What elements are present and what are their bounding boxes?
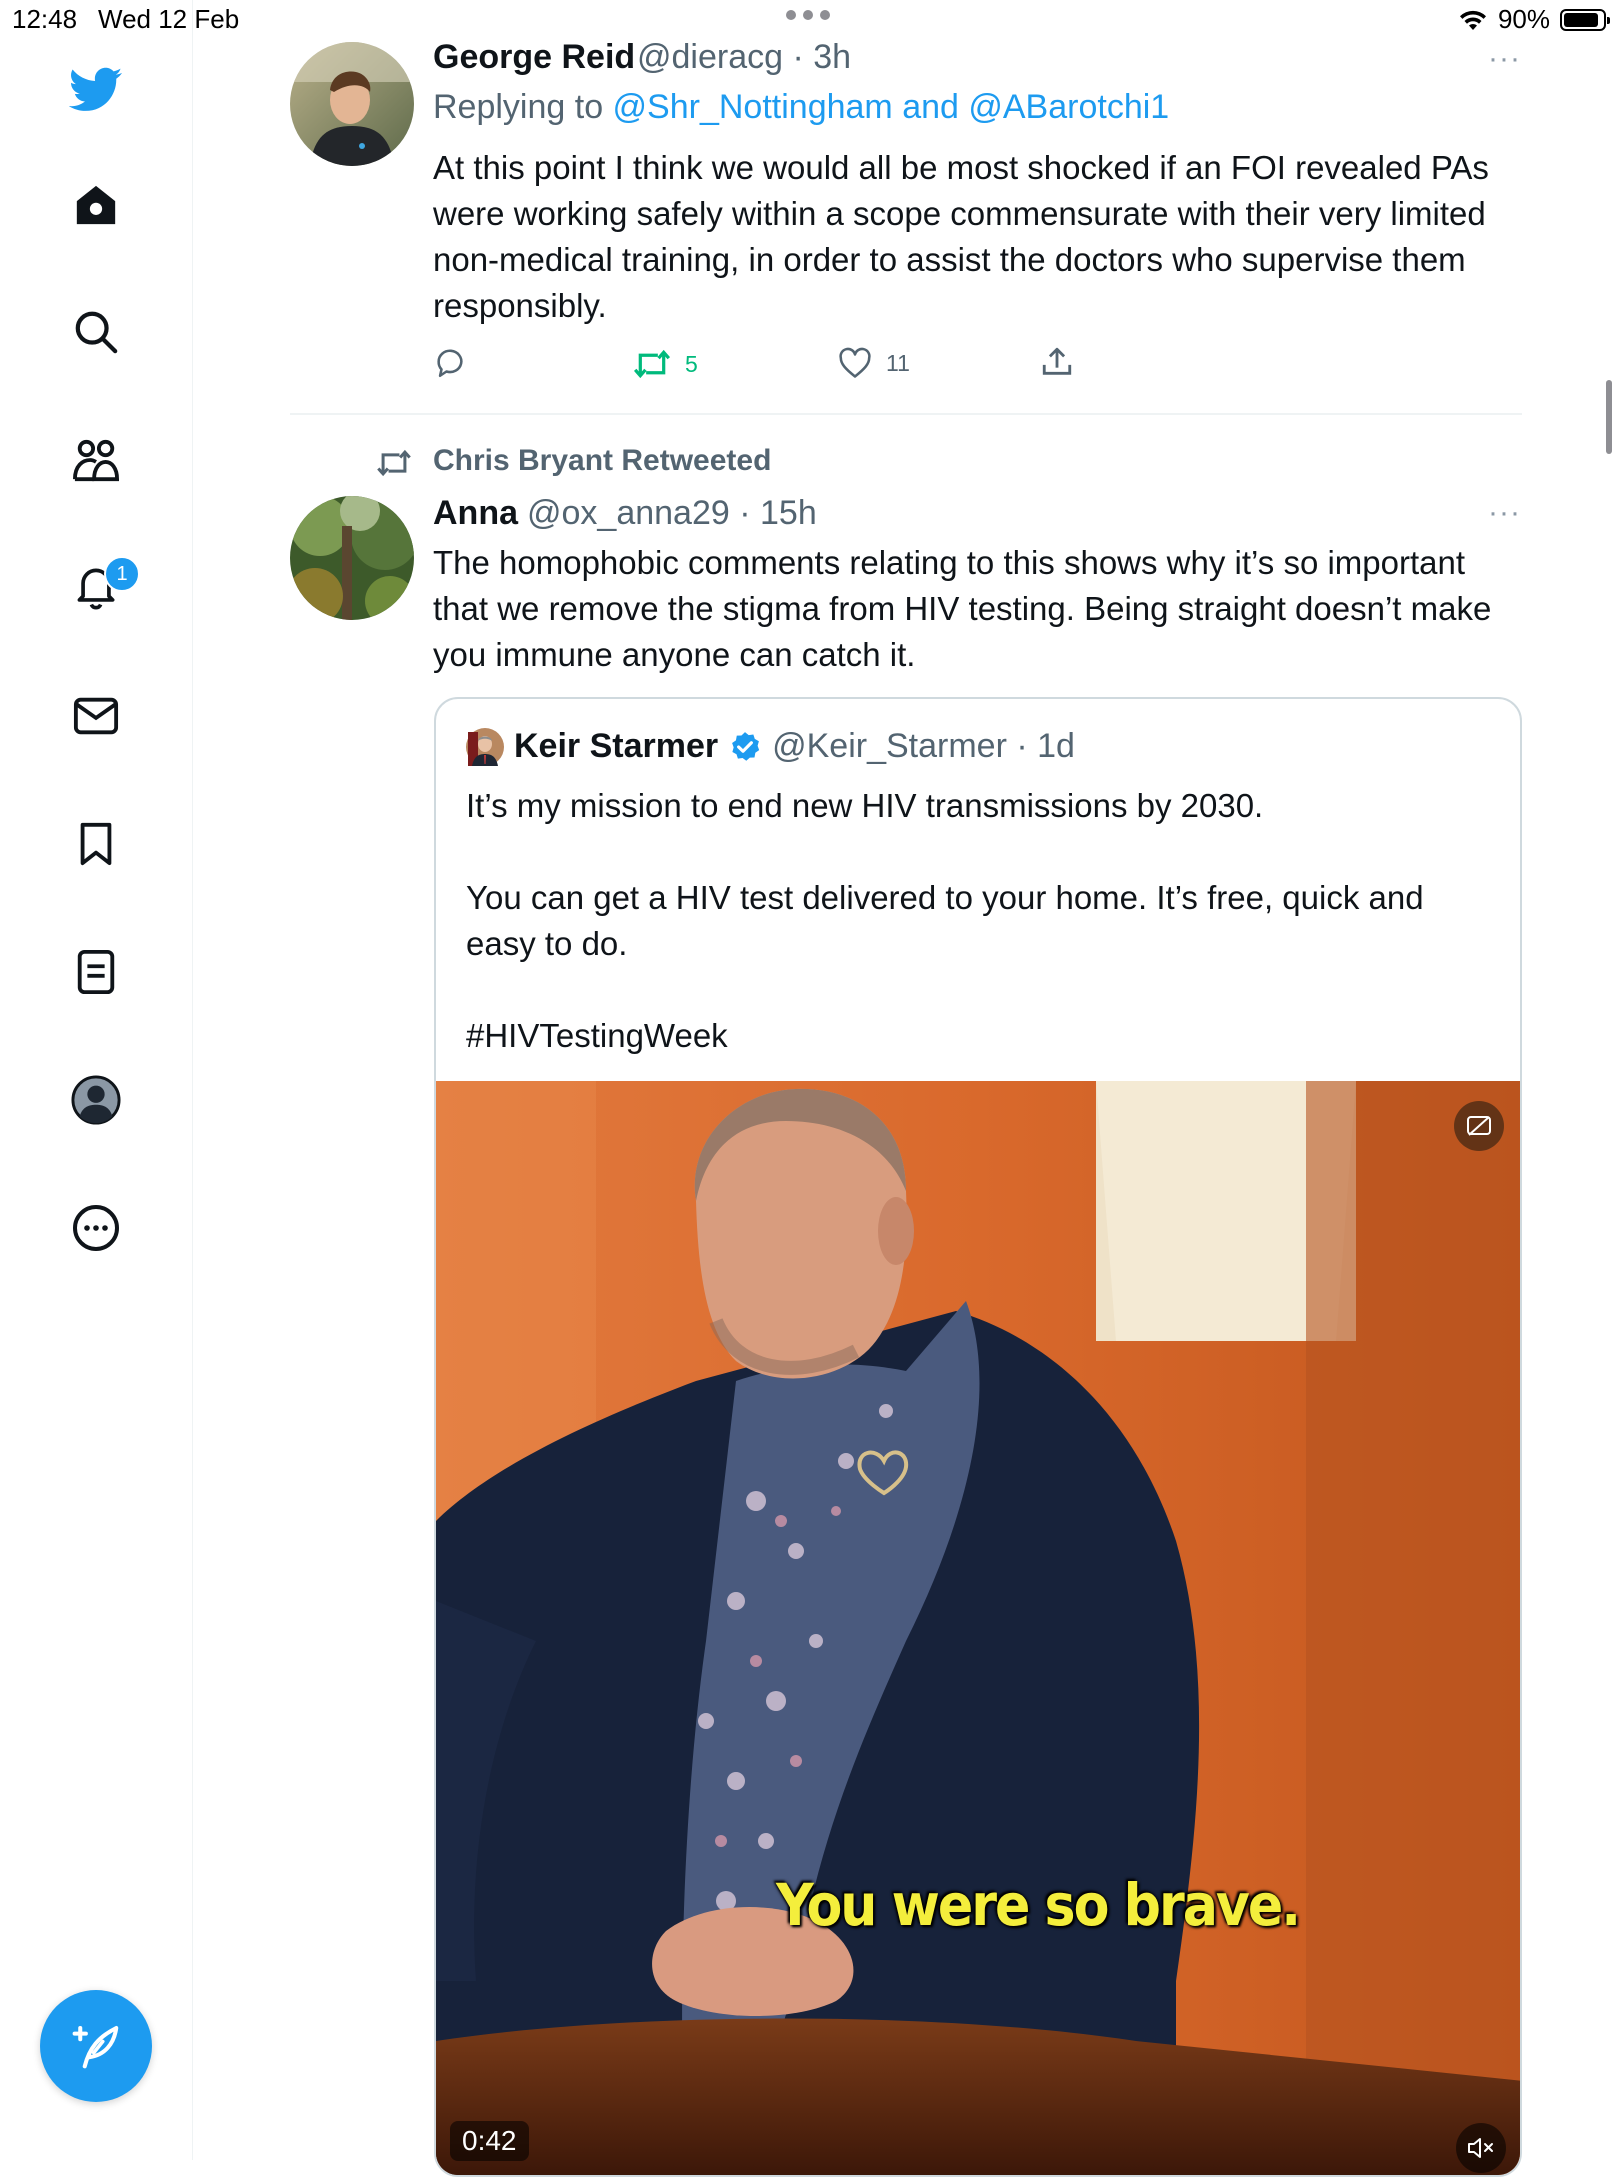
multitasking-dots[interactable] [786,10,830,20]
heart-icon [839,347,871,378]
tweet-time[interactable]: · 3h [792,38,851,76]
notification-badge: 1 [104,556,140,592]
quoted-author-handle: @Keir_Starmer · 1d [772,727,1075,766]
battery-percent: 90% [1497,4,1550,34]
scrollbar[interactable] [1606,380,1612,454]
video-duration: 0:42 [450,2121,529,2161]
tweet-author-name[interactable]: George Reid [433,38,635,77]
reply-icon [437,349,463,378]
compose-button[interactable] [40,1990,152,2102]
quoted-author-name[interactable]: Keir Starmer [514,727,718,766]
quoted-paragraph: It’s my mission to end new HIV transmiss… [466,787,1264,824]
avatar[interactable] [290,42,414,166]
share-button[interactable] [1040,345,1074,379]
bird-icon[interactable] [66,60,126,120]
battery-icon [1560,8,1610,31]
avatar[interactable] [290,496,414,620]
video-player[interactable]: You were so brave. 0:42 [436,1081,1520,2175]
tweet-text: The homophobic comments relating to this… [433,544,1492,673]
more-options-icon[interactable]: ··· [1488,496,1521,530]
quoted-handle[interactable]: @Keir_Starmer [772,727,1007,765]
search-icon[interactable] [66,302,126,362]
video-frame [436,1081,1520,2175]
tweet-text: At this point I think we would all be mo… [433,149,1489,324]
share-icon [1042,347,1072,375]
communities-icon[interactable] [66,430,126,490]
retweet-icon [633,349,671,379]
tweet-author-handle: @dieracg · 3h [637,38,851,77]
like-button[interactable]: 11 [838,347,910,379]
hashtag-link[interactable]: #HIVTestingWeek [466,1013,1486,1059]
envelope-icon[interactable] [66,686,126,746]
avatar-icon[interactable] [66,1070,126,1130]
sidebar-nav: 1 [0,0,193,2160]
quoted-time[interactable]: · 1d [1016,727,1075,765]
retweeted-by-label[interactable]: Chris Bryant Retweeted [433,444,771,478]
captions-toggle-button[interactable] [1454,1101,1504,1151]
compose-feather-icon [72,2025,119,2069]
reply-to-link[interactable]: @Shr_Nottingham and @ABarotchi1 [613,88,1170,126]
quoted-tweet-text: It’s my mission to end new HIV transmiss… [466,783,1486,1059]
retweet-count: 5 [685,350,698,377]
mute-button[interactable] [1456,2123,1506,2173]
retweet-icon [377,449,411,477]
tweet-handle[interactable]: @dieracg [637,38,783,76]
like-count: 11 [886,349,910,376]
verified-badge-icon [732,731,760,761]
tweet-handle[interactable]: @ox_anna29 [527,494,730,532]
tweet-divider [290,413,1522,415]
status-bar: 12:48 Wed 12 Feb 90% [0,0,1620,40]
list-icon[interactable] [66,942,126,1002]
tweet-time[interactable]: · 15h [739,494,817,532]
tweet-author-handle: @ox_anna29 · 15h [527,494,817,533]
home-icon[interactable] [66,175,126,235]
retweet-button[interactable]: 5 [633,347,698,381]
wifi-icon [1459,10,1486,30]
reply-prefix: Replying to [433,88,613,126]
video-subtitle: You were so brave. [776,1871,1301,1939]
quoted-paragraph: You can get a HIV test delivered to your… [466,879,1424,962]
bookmark-icon[interactable] [66,814,126,874]
quoted-tweet-header: Keir Starmer @Keir_Starmer · 1d [466,727,1075,766]
speaker-muted-icon [1468,2138,1493,2158]
more-circle-icon[interactable] [66,1198,126,1258]
quoted-tweet[interactable]: Keir Starmer @Keir_Starmer · 1d It’s my … [434,697,1522,2177]
reply-button[interactable] [433,346,467,380]
avatar[interactable] [466,727,504,766]
more-options-icon[interactable]: ··· [1488,42,1521,76]
tweet-author-name[interactable]: Anna [433,494,518,533]
reply-context: Replying to @Shr_Nottingham and @ABarotc… [433,88,1169,127]
captions-icon [1467,1116,1491,1136]
